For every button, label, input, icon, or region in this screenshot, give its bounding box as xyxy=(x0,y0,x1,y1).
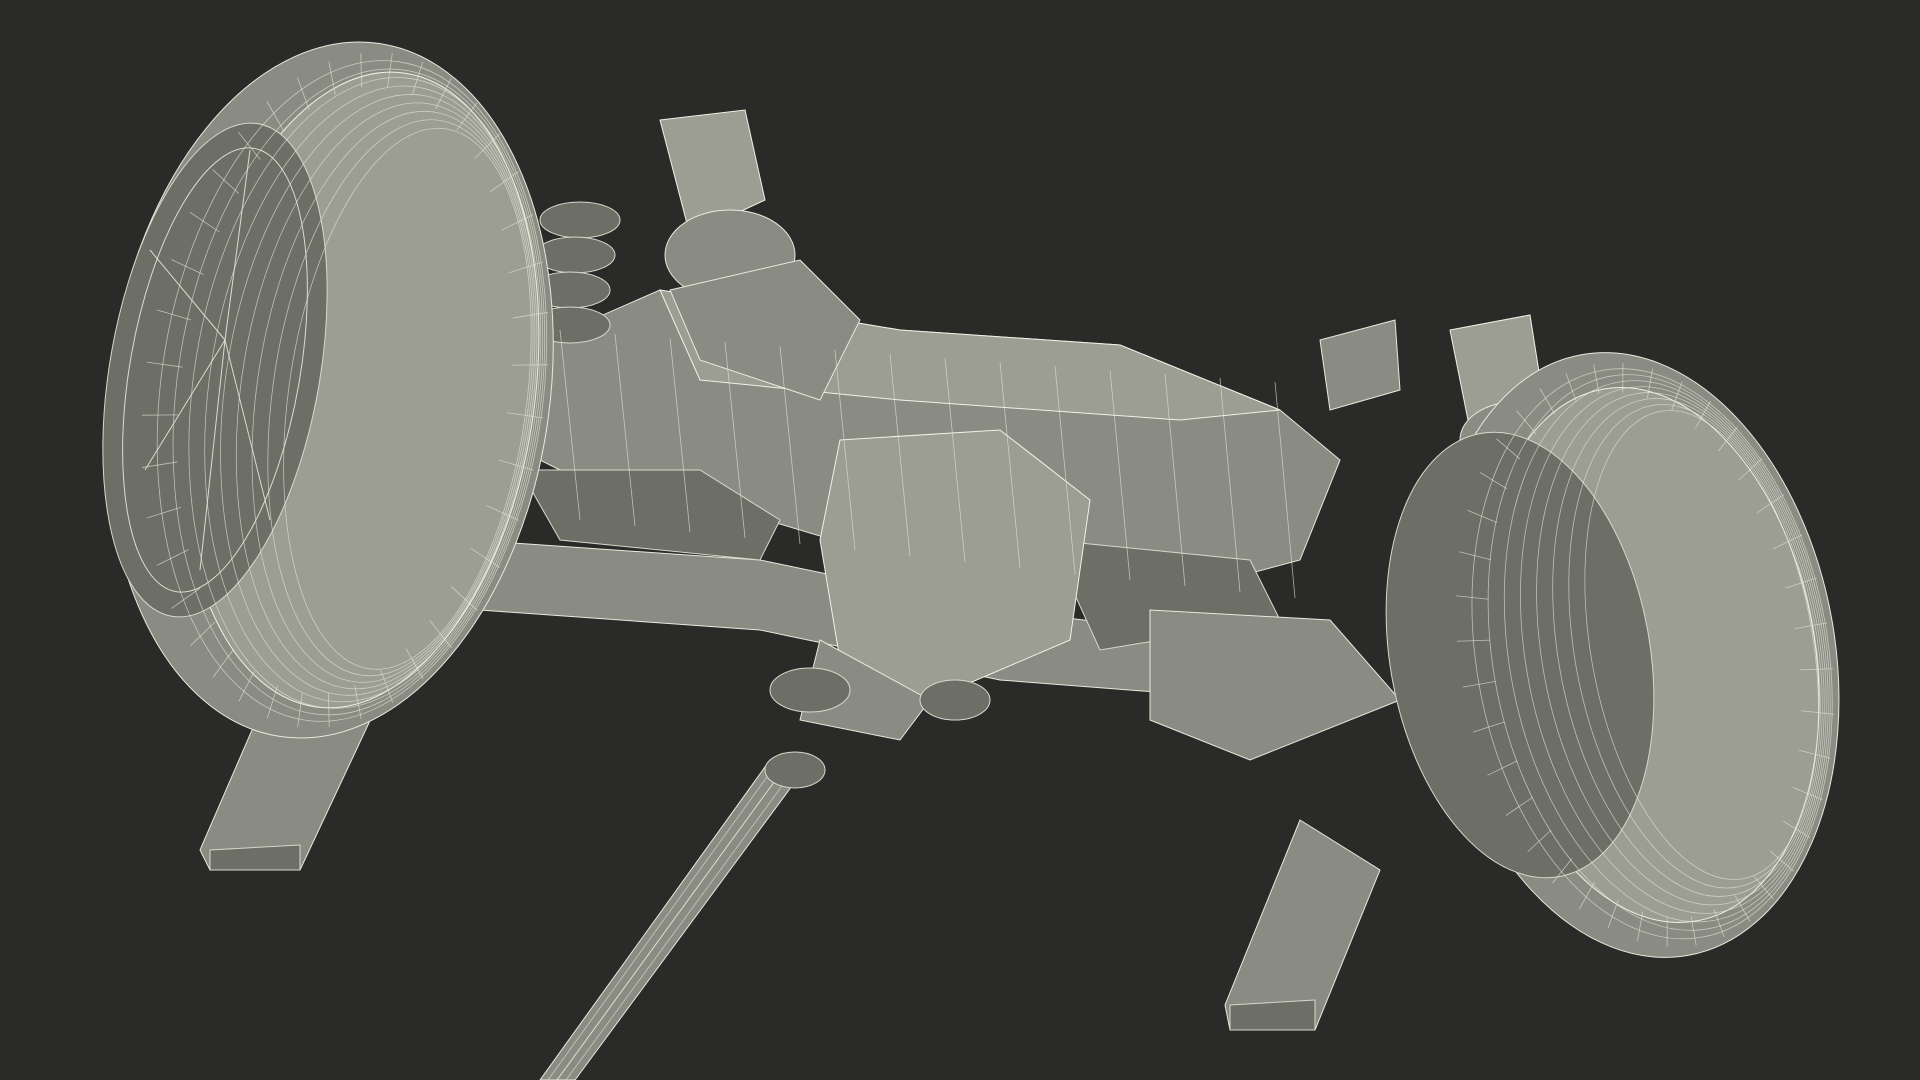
right-lower-arm xyxy=(1224,819,1381,1031)
left-wheel xyxy=(102,41,554,739)
wireframe-render xyxy=(102,41,1840,1080)
render-viewport xyxy=(0,0,1920,1080)
drive-shaft xyxy=(539,751,826,1080)
